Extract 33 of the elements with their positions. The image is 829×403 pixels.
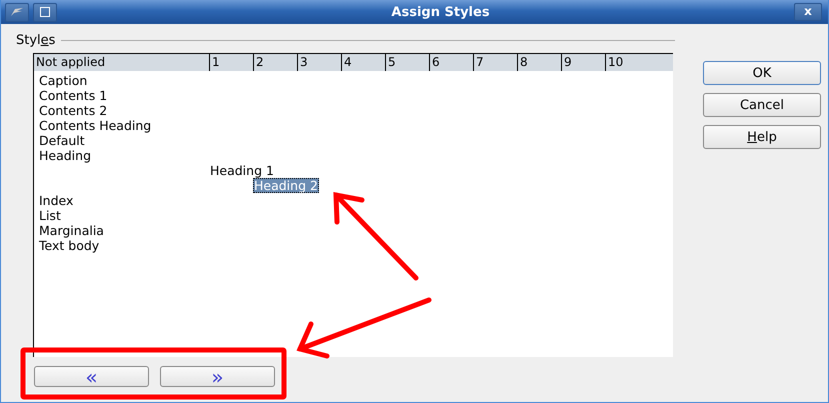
styles-list[interactable]: Not applied 1 2 3 4 5 6 7 8 9 10 Caption Contents 1 Contents 2 Contents Heading Default Heading Heading 1 Heading 2 Index List Marginalia Text body (33, 53, 673, 357)
column-header[interactable]: 2 (253, 54, 297, 71)
style-item[interactable]: Default (38, 133, 86, 148)
close-button[interactable]: x (794, 3, 822, 21)
style-item[interactable]: Heading (38, 148, 92, 163)
column-header[interactable]: 6 (429, 54, 473, 71)
style-item[interactable]: Heading 1 (209, 163, 275, 178)
style-item[interactable]: Marginalia (38, 223, 105, 238)
column-header[interactable]: 7 (473, 54, 517, 71)
move-left-button[interactable]: « (34, 366, 149, 387)
column-header[interactable]: 4 (341, 54, 385, 71)
window-title: Assign Styles (390, 4, 491, 20)
column-header[interactable]: 3 (297, 54, 341, 71)
column-header[interactable]: 1 (209, 54, 253, 71)
style-item[interactable]: List (38, 208, 62, 223)
style-item[interactable]: Text body (38, 238, 100, 253)
style-item[interactable]: Caption (38, 73, 88, 88)
move-right-button[interactable]: » (160, 366, 275, 387)
column-header[interactable]: Not applied (34, 54, 209, 71)
column-header[interactable]: 8 (517, 54, 561, 71)
style-item[interactable]: Contents 1 (38, 88, 108, 103)
group-label: Styles (16, 32, 56, 48)
style-item[interactable]: Contents Heading (38, 118, 152, 133)
style-item[interactable]: Contents 2 (38, 103, 108, 118)
ok-button[interactable]: OK (703, 61, 821, 85)
maximize-icon[interactable] (33, 2, 57, 22)
column-header[interactable]: 5 (385, 54, 429, 71)
style-item[interactable]: Index (38, 193, 74, 208)
window-menu-icon[interactable] (5, 2, 29, 22)
column-header[interactable]: 10 (605, 54, 649, 71)
cancel-button[interactable]: Cancel (703, 93, 821, 117)
help-button[interactable]: Help (703, 125, 821, 149)
column-header[interactable]: 9 (561, 54, 605, 71)
